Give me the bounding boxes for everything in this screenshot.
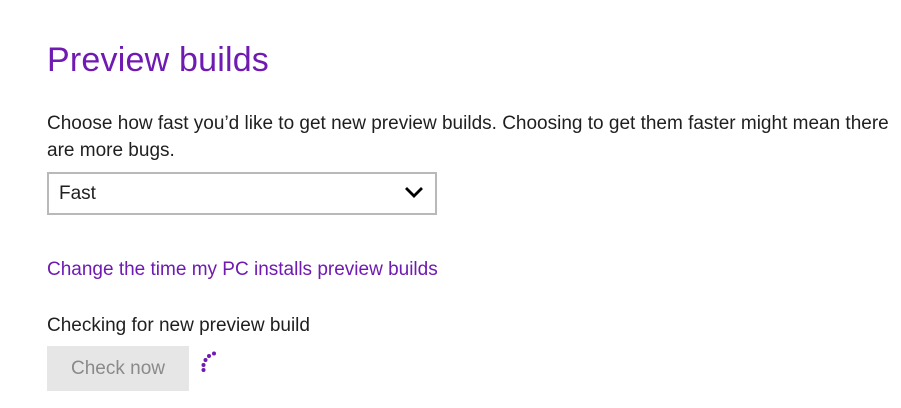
progress-ring-icon: [201, 351, 216, 372]
ring-select-value: Fast: [59, 183, 96, 204]
change-install-time-link[interactable]: Change the time my PC installs preview b…: [47, 257, 438, 283]
page-description: Choose how fast you’d like to get new pr…: [47, 113, 889, 161]
status-text: Checking for new preview build: [47, 315, 310, 336]
page-title: Preview builds: [47, 41, 270, 79]
chevron-down-icon: [405, 187, 423, 198]
check-now-button[interactable]: Check now: [47, 346, 189, 391]
ring-select-dropdown[interactable]: Fast: [47, 172, 437, 215]
